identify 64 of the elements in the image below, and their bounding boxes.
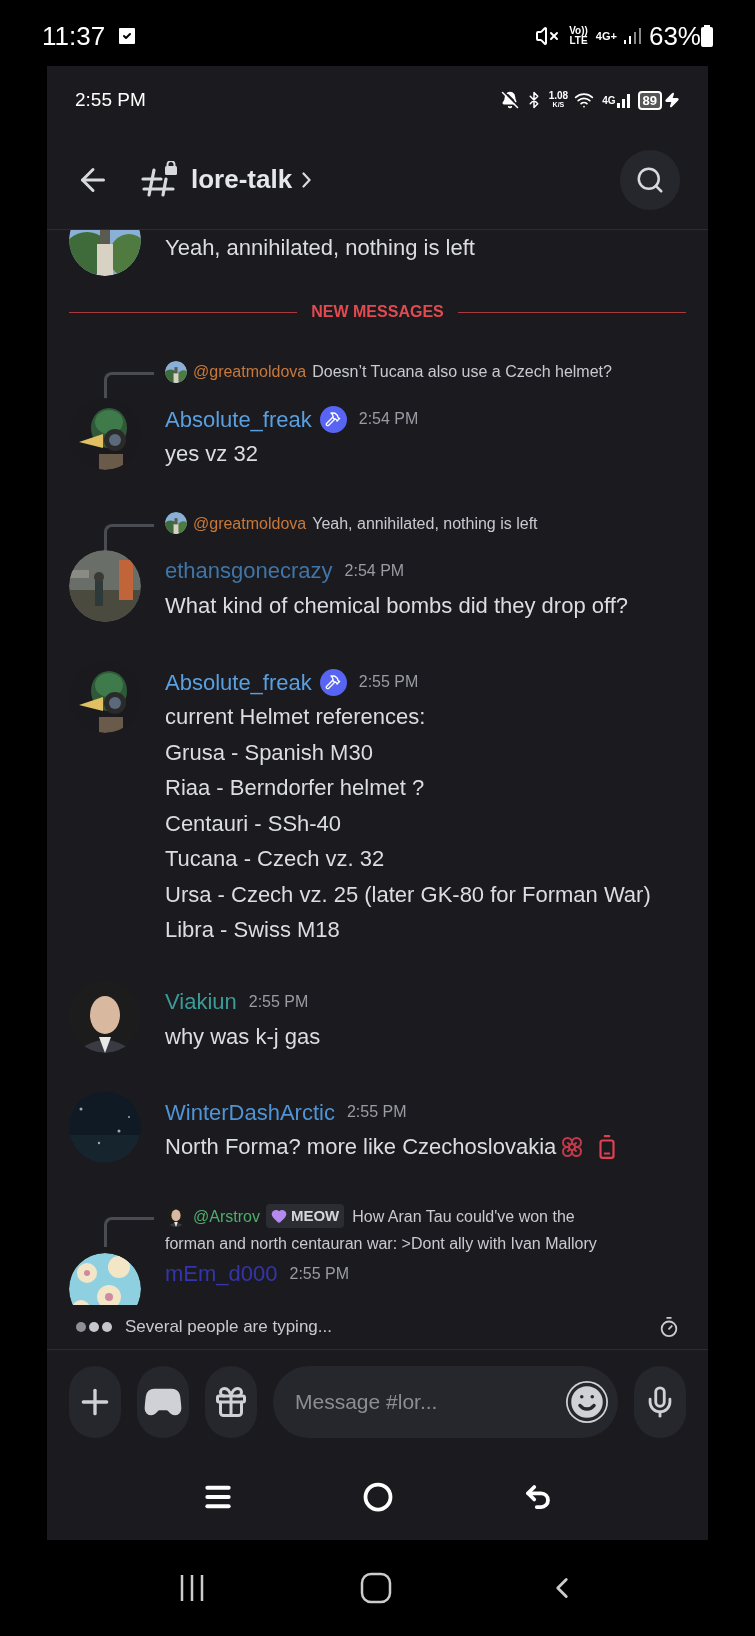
typing-status: Several people are typing... [125, 1316, 332, 1339]
app-clock: 2:55 PM [75, 87, 146, 112]
signal-icon [622, 27, 641, 45]
chevron-icon [302, 171, 312, 188]
timestamp: 2:55 PM [346, 1102, 407, 1122]
mute-icon [535, 24, 560, 48]
reply-author[interactable]: @Arstrov [193, 1202, 260, 1230]
gift-icon [213, 1384, 249, 1420]
gift-button[interactable] [205, 1366, 257, 1438]
battery-level: 89 [637, 90, 662, 110]
message-text: Libra - Swiss M18 [165, 916, 340, 944]
timestamp: 2:55 PM [358, 672, 419, 692]
microphone-button[interactable] [634, 1366, 686, 1438]
home-button[interactable] [359, 1572, 392, 1604]
role-tag: MEOW [265, 1204, 345, 1228]
slowmode-timer-icon [658, 1316, 680, 1338]
reply-text: forman and north centauran war: >Dont ally with Ivan Mallory [165, 1233, 597, 1254]
network-indicator: 4G+ [595, 28, 617, 44]
signal-icon [615, 92, 632, 108]
reply-author[interactable]: @greatmoldova [193, 509, 307, 537]
message-text: Grusa - Spanish M30 [165, 738, 373, 767]
reply-text: How Aran Tau could've won the [352, 1206, 575, 1227]
message-text: Centauri - SSh-40 [165, 809, 342, 838]
reply-connector [104, 1216, 154, 1247]
timestamp: 2:54 PM [344, 560, 405, 581]
message-text: North Forma? more like Czechoslovakia [165, 1133, 557, 1161]
private-channel-icon [141, 160, 179, 199]
flower-icon [560, 1134, 585, 1159]
heart-icon [270, 1208, 287, 1224]
network-indicator: 4G [602, 93, 616, 108]
battery-percentage: 63% [648, 19, 701, 53]
message-text: yes vz 32 [165, 440, 258, 468]
device-clock: 11:37 [42, 19, 106, 53]
bell-off-icon [500, 91, 519, 109]
timestamp: 2:55 PM [248, 991, 309, 1012]
reply-text: Doesn’t Tucana also use a Czech helmet? [312, 362, 612, 382]
wifi-icon [574, 90, 595, 110]
battery-icon [701, 25, 713, 47]
add-button[interactable] [69, 1366, 121, 1438]
charging-icon [664, 92, 680, 108]
timestamp: 2:55 PM [289, 1263, 350, 1284]
activities-button[interactable] [137, 1366, 189, 1438]
timestamp: 2:54 PM [358, 409, 419, 429]
message-text: Tucana - Czech vz. 32 [165, 845, 385, 873]
new-messages-divider: NEW MESSAGES [311, 302, 444, 322]
channel-name[interactable]: lore-talk [191, 160, 293, 199]
reply-author[interactable]: @greatmoldova [193, 358, 307, 385]
message-input[interactable]: Message #lor... [295, 1386, 566, 1418]
message-bar[interactable]: Message #lor... [273, 1366, 618, 1438]
message-text: Ursa - Czech vz. 25 (later GK-80 for Forman War) [165, 880, 651, 909]
message-text: current Helmet references: [165, 703, 426, 731]
emoji-button[interactable] [566, 1381, 608, 1423]
author-name[interactable]: WinterDashArctic [165, 1095, 335, 1129]
typing-indicator-icon [75, 1321, 115, 1333]
message-text: Riaa - Berndorfer helmet ? [165, 774, 425, 802]
message-text: What kind of chemical bombs did they drop off? [165, 591, 629, 620]
reply-text: Yeah, annihilated, nothing is left [312, 513, 538, 534]
author-name[interactable]: Absolute_freak [165, 665, 312, 699]
volte-indicator: Vo)) LTE [569, 26, 588, 46]
author-name[interactable]: Absolute_freak [165, 402, 312, 436]
message-text: Yeah, annihilated, nothing is left [165, 234, 475, 262]
author-name[interactable]: ethansgonecrazy [165, 554, 333, 587]
message-text: why was k-j gas [165, 1022, 321, 1051]
author-name[interactable]: Viakiun [165, 985, 237, 1018]
